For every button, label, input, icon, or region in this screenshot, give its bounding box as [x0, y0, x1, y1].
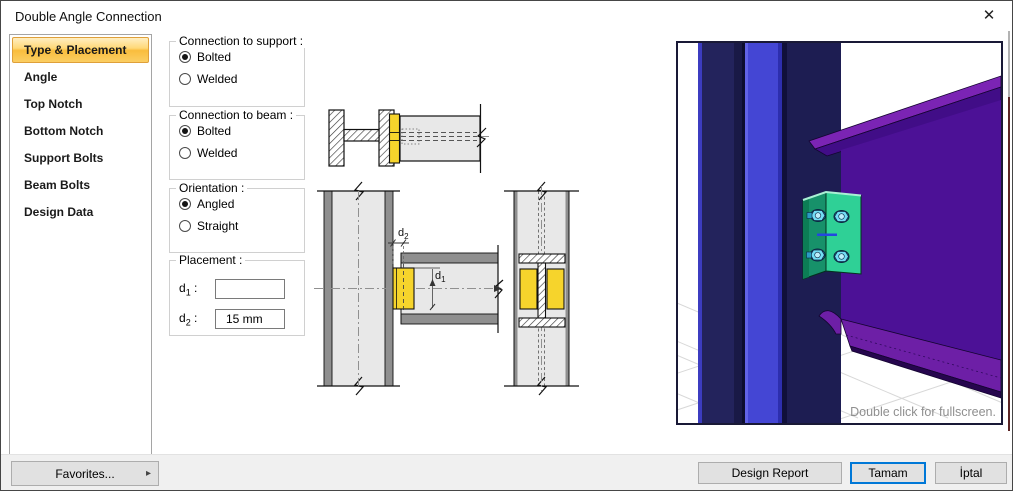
- section-view-drawing: [504, 181, 579, 396]
- group-title: Orientation :: [176, 181, 248, 195]
- sidebar: Type & Placement Angle Top Notch Bottom …: [9, 34, 152, 455]
- preview-3d-render: Double click for fullscreen.: [527, 43, 1012, 490]
- right-edge-strip: [1008, 97, 1010, 431]
- group-title: Placement :: [176, 253, 246, 267]
- radio-beam-welded[interactable]: Welded: [179, 146, 304, 160]
- group-orientation: Orientation : Angled Straight: [169, 181, 305, 253]
- group-title: Connection to beam :: [176, 108, 297, 122]
- sidebar-item-design-data[interactable]: Design Data: [12, 199, 149, 225]
- radio-orientation-straight[interactable]: Straight: [179, 219, 304, 233]
- bolt-icon: [833, 250, 850, 263]
- right-edge-strip: [1008, 31, 1010, 97]
- ok-button[interactable]: Tamam: [850, 462, 926, 484]
- radio-icon[interactable]: [179, 220, 191, 232]
- plan-view-drawing: [328, 104, 489, 173]
- d2-input[interactable]: [215, 309, 285, 329]
- connection-diagram: d2 d1: [314, 104, 579, 396]
- sidebar-item-type-placement[interactable]: Type & Placement: [12, 37, 149, 63]
- d2-label: d2 :: [179, 310, 198, 328]
- close-icon[interactable]: ✕: [974, 3, 1004, 27]
- radio-support-welded[interactable]: Welded: [179, 72, 304, 86]
- preview-dimension-line: [817, 233, 837, 236]
- footer-bar: Favorites... ▸ Design Report Tamam İptal: [1, 454, 1012, 490]
- chevron-right-icon: ▸: [145, 468, 151, 479]
- sidebar-item-top-notch[interactable]: Top Notch: [12, 91, 149, 117]
- d1-label: d1 :: [179, 280, 198, 298]
- radio-support-bolted[interactable]: Bolted: [179, 50, 304, 64]
- radio-icon[interactable]: [179, 147, 191, 159]
- group-title: Connection to support :: [176, 34, 307, 48]
- window-title: Double Angle Connection: [15, 9, 162, 24]
- d1-input[interactable]: [215, 279, 285, 299]
- preview-angle-green: [802, 190, 862, 280]
- radio-icon[interactable]: [179, 198, 191, 210]
- radio-icon[interactable]: [179, 125, 191, 137]
- sidebar-item-support-bolts[interactable]: Support Bolts: [12, 145, 149, 171]
- group-connection-to-support: Connection to support : Bolted Welded: [169, 34, 307, 107]
- angle-section-yellow-right: [546, 268, 565, 310]
- fullscreen-hint: Double click for fullscreen.: [850, 405, 996, 419]
- design-report-button[interactable]: Design Report: [698, 462, 842, 484]
- sidebar-item-bottom-notch[interactable]: Bottom Notch: [12, 118, 149, 144]
- angle-plan-yellow: [388, 113, 401, 164]
- bolt-icon: [833, 210, 850, 223]
- elevation-view-drawing: d2 d1: [314, 181, 504, 396]
- group-connection-to-beam: Connection to beam : Bolted Welded: [169, 108, 305, 180]
- angle-section-yellow-left: [519, 268, 538, 310]
- radio-orientation-angled[interactable]: Angled: [179, 197, 304, 211]
- radio-icon[interactable]: [179, 51, 191, 63]
- sidebar-item-angle[interactable]: Angle: [12, 64, 149, 90]
- radio-icon[interactable]: [179, 73, 191, 85]
- double-angle-connection-dialog: Double Angle Connection ✕ Type & Placeme…: [0, 0, 1013, 491]
- d2-dimension-label: d2: [398, 227, 409, 241]
- beam-plan: [399, 115, 481, 162]
- radio-beam-bolted[interactable]: Bolted: [179, 124, 304, 138]
- cancel-button[interactable]: İptal: [935, 462, 1007, 484]
- favorites-button[interactable]: Favorites... ▸: [11, 461, 159, 486]
- preview-3d-viewport[interactable]: Double click for fullscreen.: [527, 41, 1012, 490]
- group-placement: Placement : d1 : d2 :: [169, 253, 305, 336]
- sidebar-item-beam-bolts[interactable]: Beam Bolts: [12, 172, 149, 198]
